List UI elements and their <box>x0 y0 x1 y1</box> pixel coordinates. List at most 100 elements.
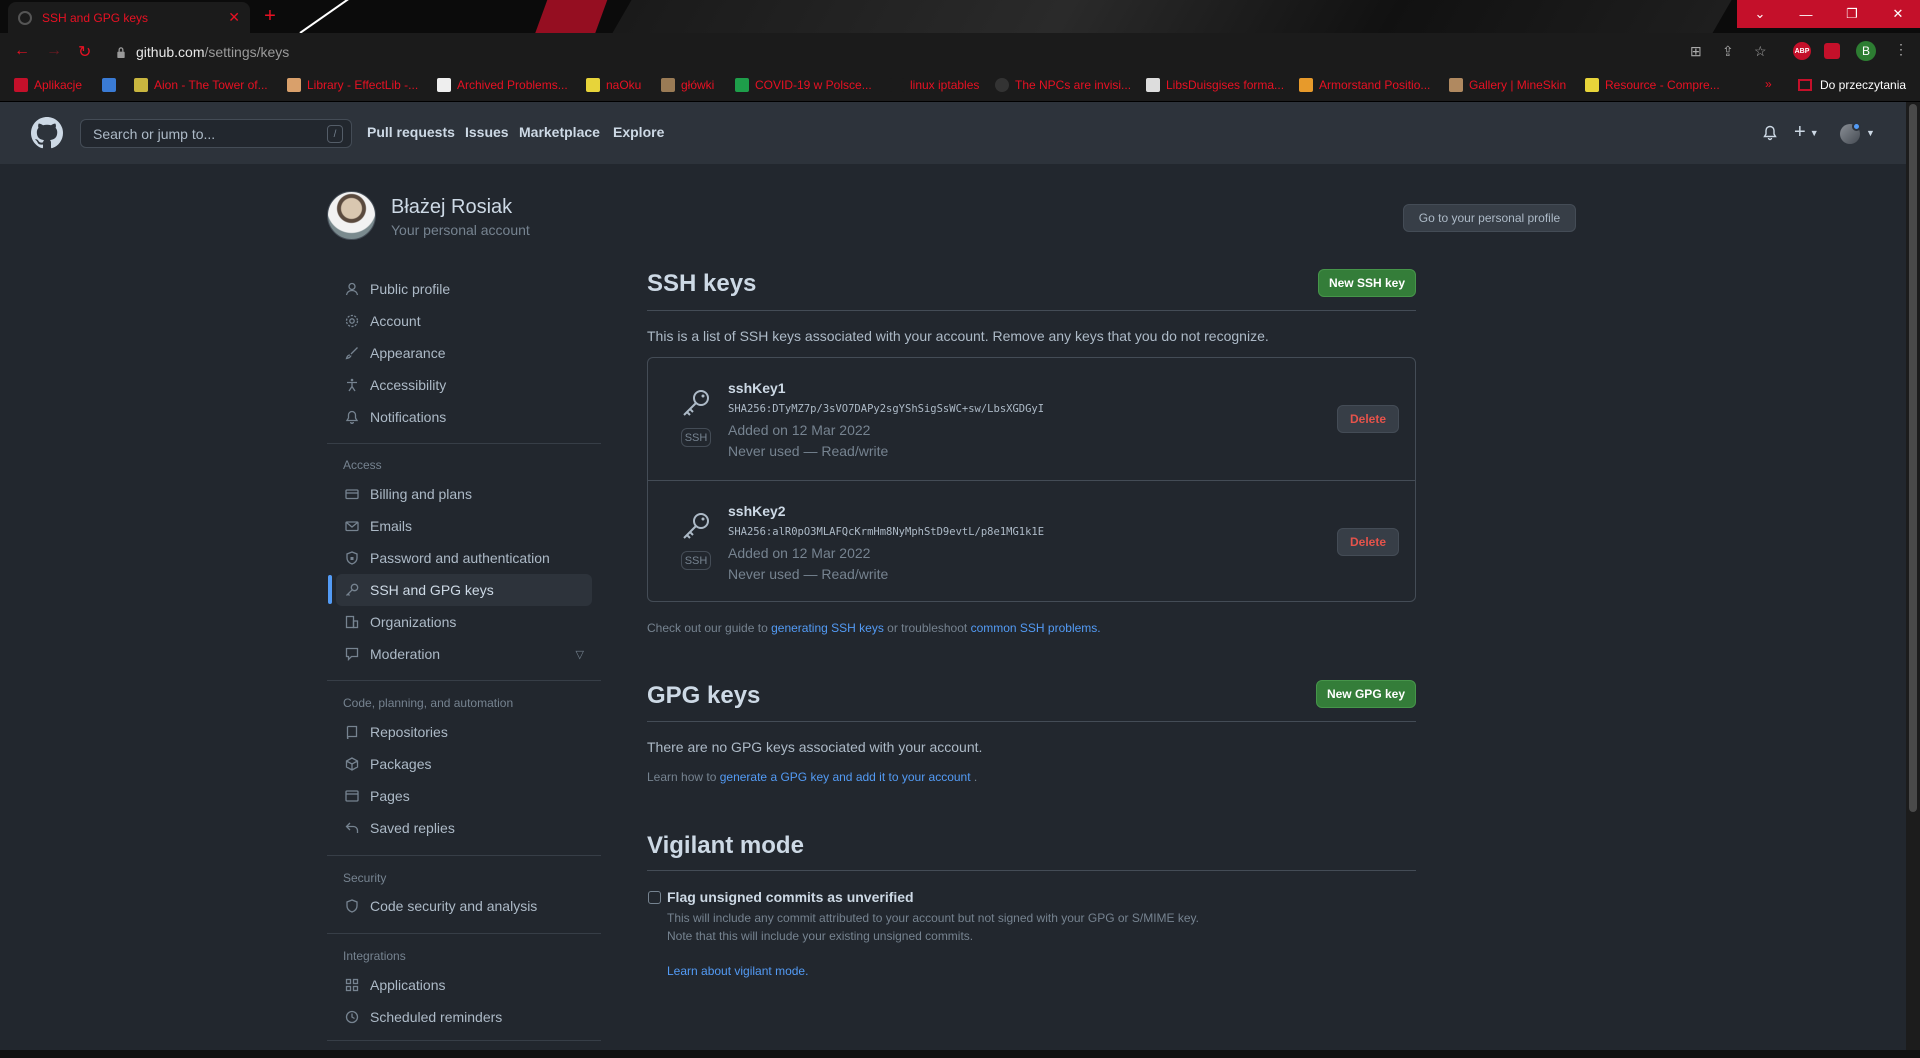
common-ssh-problems-link[interactable]: common SSH problems. <box>971 621 1101 635</box>
shield-icon <box>344 898 360 914</box>
sidebar-item-account[interactable]: Account <box>336 305 592 337</box>
browser-icon <box>344 788 360 804</box>
bookmark-favicon-icon <box>287 78 301 92</box>
nav-pull-requests[interactable]: Pull requests <box>367 124 455 140</box>
search-input[interactable]: Search or jump to... / <box>80 119 352 148</box>
sidebar-item-accessibility[interactable]: Accessibility <box>336 369 592 401</box>
reload-icon[interactable]: ↻ <box>78 42 91 62</box>
bookmark-item[interactable]: Resource - Compre... <box>1585 78 1720 92</box>
sidebar-item-emails[interactable]: Emails <box>336 510 592 542</box>
page-scrollbar[interactable] <box>1906 102 1920 1050</box>
credit-card-icon <box>344 486 360 502</box>
tab-title: SSH and GPG keys <box>42 10 149 25</box>
bookmark-item[interactable]: naOku <box>586 78 641 92</box>
browser-menu-icon[interactable]: ⋮ <box>1894 41 1908 58</box>
search-placeholder: Search or jump to... <box>93 125 216 142</box>
sidebar-item-packages[interactable]: Packages <box>336 748 592 780</box>
delete-key-button[interactable]: Delete <box>1337 405 1399 433</box>
delete-key-button[interactable]: Delete <box>1337 528 1399 556</box>
sidebar-item-moderation[interactable]: Moderation ▽ <box>336 638 592 670</box>
forward-icon[interactable]: → <box>46 42 62 60</box>
url-omnibox[interactable]: github.com /settings/keys <box>106 37 1766 67</box>
reading-list-button[interactable]: Do przeczytania <box>1798 78 1906 92</box>
close-window-button[interactable]: ✕ <box>1875 0 1920 28</box>
caret-down-icon[interactable]: ▼ <box>1866 128 1875 138</box>
ssh-badge: SSH <box>681 551 711 570</box>
sidebar-item-billing[interactable]: Billing and plans <box>336 478 592 510</box>
address-bar-row: ← → ↻ github.com /settings/keys ⊞ ⇪ ☆ <box>0 33 1920 71</box>
restore-button[interactable]: ❐ <box>1829 0 1875 28</box>
ssh-key-list: SSH sshKey1 SHA256:DTyMZ7p/3sVO7DAPy2sgY… <box>647 357 1416 602</box>
minimize-button[interactable]: — <box>1783 0 1829 28</box>
sidebar-item-applications[interactable]: Applications <box>336 969 592 1001</box>
bookmark-item[interactable]: Aion - The Tower of... <box>134 78 268 92</box>
go-to-profile-button[interactable]: Go to your personal profile <box>1403 204 1576 232</box>
profile-subtitle: Your personal account <box>391 222 530 238</box>
key-icon <box>344 582 360 598</box>
ssh-key-usage: Never used — Read/write <box>728 566 889 582</box>
ssh-guide-note: Check out our guide to generating SSH ke… <box>647 621 1101 635</box>
bookmark-favicon-icon <box>102 78 116 92</box>
sidebar-item-organizations[interactable]: Organizations <box>336 606 592 638</box>
learn-vigilant-mode-link[interactable]: Learn about vigilant mode. <box>667 964 808 978</box>
bookmark-item[interactable]: Aplikacje <box>14 78 82 92</box>
new-gpg-key-button[interactable]: New GPG key <box>1316 680 1416 708</box>
search-shortcut-key: / <box>327 125 343 143</box>
ssh-key-usage: Never used — Read/write <box>728 443 889 459</box>
bookmark-star-icon[interactable]: ☆ <box>1754 43 1767 60</box>
bookmark-item[interactable]: Gallery | MineSkin <box>1449 78 1566 92</box>
apps-icon <box>344 977 360 993</box>
sidebar-item-scheduled-reminders[interactable]: Scheduled reminders <box>336 1001 592 1033</box>
create-new-dropdown[interactable]: + ▼ <box>1794 121 1819 144</box>
browser-tab[interactable]: SSH and GPG keys ✕ <box>8 2 250 33</box>
sidebar-item-public-profile[interactable]: Public profile <box>336 273 592 305</box>
chrome-profile-avatar[interactable]: B <box>1856 41 1876 61</box>
new-tab-button[interactable]: + <box>258 4 282 28</box>
sidebar-item-ssh-gpg-keys[interactable]: SSH and GPG keys <box>336 574 592 606</box>
bookmark-item[interactable]: The NPCs are invisi... <box>995 78 1131 92</box>
generating-ssh-keys-link[interactable]: generating SSH keys <box>771 621 884 635</box>
new-ssh-key-button[interactable]: New SSH key <box>1318 269 1416 297</box>
sidebar-item-password-auth[interactable]: Password and authentication <box>336 542 592 574</box>
sidebar-item-saved-replies[interactable]: Saved replies <box>336 812 592 844</box>
wallpaper-accent <box>529 0 611 33</box>
bookmark-item[interactable]: linux iptables <box>890 78 979 92</box>
bookmarks-overflow-button[interactable]: » <box>1765 77 1772 91</box>
wallpaper-shape <box>596 0 1744 33</box>
back-icon[interactable]: ← <box>14 42 30 60</box>
bookmark-item[interactable]: główki <box>661 78 714 92</box>
adblock-extension-icon[interactable]: ABP <box>1793 42 1811 60</box>
caret-down-icon: ▼ <box>1809 127 1819 138</box>
tab-search-button[interactable]: ⌄ <box>1737 0 1783 28</box>
bookmark-item[interactable]: Library - EffectLib -... <box>287 78 418 92</box>
scrollbar-thumb[interactable] <box>1909 104 1917 812</box>
bookmark-item[interactable]: COVID-19 w Polsce... <box>735 78 872 92</box>
flag-unsigned-label[interactable]: Flag unsigned commits as unverified <box>667 889 914 905</box>
sidebar-item-notifications[interactable]: Notifications <box>336 401 592 433</box>
sidebar-item-repositories[interactable]: Repositories <box>336 716 592 748</box>
generate-gpg-key-link[interactable]: generate a GPG key and add it to your ac… <box>720 770 971 784</box>
sidebar-item-pages[interactable]: Pages <box>336 780 592 812</box>
sidebar-item-appearance[interactable]: Appearance <box>336 337 592 369</box>
url-path: /settings/keys <box>204 44 290 60</box>
github-logo-icon[interactable] <box>31 117 63 149</box>
wallpaper-line <box>299 0 367 33</box>
nav-issues[interactable]: Issues <box>465 124 509 140</box>
nav-marketplace[interactable]: Marketplace <box>519 124 600 140</box>
bookmark-item[interactable]: Armorstand Positio... <box>1299 78 1430 92</box>
extensions-icon[interactable] <box>1824 43 1840 59</box>
nav-explore[interactable]: Explore <box>613 124 664 140</box>
ssh-key-row: SSH sshKey2 SHA256:alR0pO3MLAFQcKrmHm8Ny… <box>648 480 1415 602</box>
chevron-down-icon[interactable]: ▽ <box>576 648 584 661</box>
notifications-bell-icon[interactable] <box>1762 125 1778 141</box>
bookmark-item[interactable]: LibsDuisgises forma... <box>1146 78 1284 92</box>
flag-unsigned-checkbox[interactable] <box>648 891 661 904</box>
profile-name: Błażej Rosiak <box>391 196 513 218</box>
bookmark-item[interactable] <box>102 78 122 92</box>
sidebar-item-code-security[interactable]: Code security and analysis <box>336 890 592 922</box>
translate-icon[interactable]: ⊞ <box>1690 43 1702 60</box>
close-tab-icon[interactable]: ✕ <box>228 9 240 26</box>
share-icon[interactable]: ⇪ <box>1722 43 1734 60</box>
bookmark-item[interactable]: Archived Problems... <box>437 78 568 92</box>
bookmark-favicon-icon <box>134 78 148 92</box>
